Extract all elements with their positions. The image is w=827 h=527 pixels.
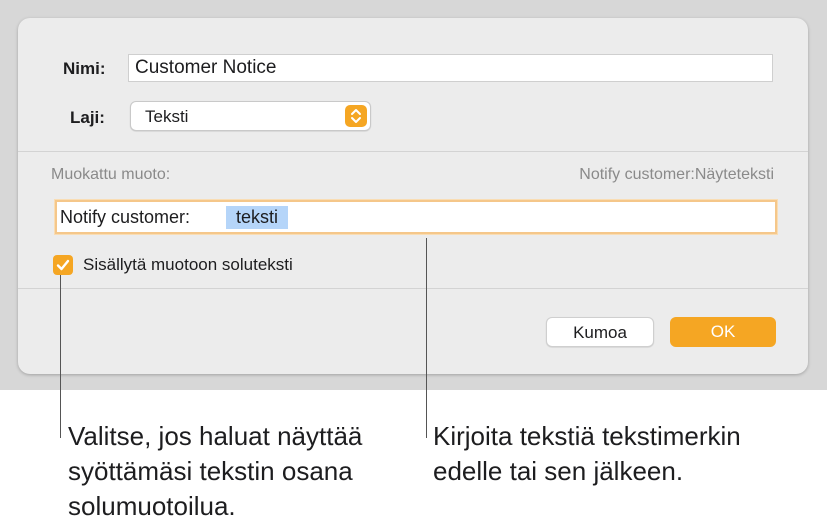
divider: [18, 288, 808, 289]
include-cell-text-checkbox[interactable]: [53, 255, 73, 275]
text-token[interactable]: teksti: [226, 206, 289, 229]
name-field[interactable]: Customer Notice: [128, 54, 773, 82]
custom-format-label: Muokattu muoto:: [51, 166, 171, 183]
include-cell-text-label: Sisällytä muotoon soluteksti: [83, 255, 293, 274]
callout-line-left: [60, 275, 61, 438]
type-label: Laji:: [70, 108, 105, 127]
up-down-arrows-icon: [345, 105, 367, 127]
type-popup-button[interactable]: Teksti: [130, 101, 371, 131]
format-preview: Notify customer:Näyteteksti: [579, 166, 774, 183]
custom-format-field[interactable]: Notify customer: teksti: [55, 200, 777, 234]
callout-checkbox-text: Valitse, jos haluat näyttää syöttämäsi t…: [68, 421, 363, 521]
callout-field-text: Kirjoita tekstiä tekstimerkin edelle tai…: [433, 421, 741, 486]
callout-line-right: [426, 238, 427, 438]
type-popup-value: Teksti: [145, 107, 189, 126]
checkmark-icon: [56, 259, 70, 271]
custom-format-dialog: Nimi: Customer Notice Laji: Teksti Muoka…: [18, 18, 808, 374]
format-prefix-text: Notify customer:: [60, 207, 191, 227]
name-label: Nimi:: [63, 59, 106, 78]
divider: [18, 151, 808, 152]
ok-button[interactable]: OK: [670, 317, 776, 347]
cancel-button[interactable]: Kumoa: [546, 317, 654, 347]
